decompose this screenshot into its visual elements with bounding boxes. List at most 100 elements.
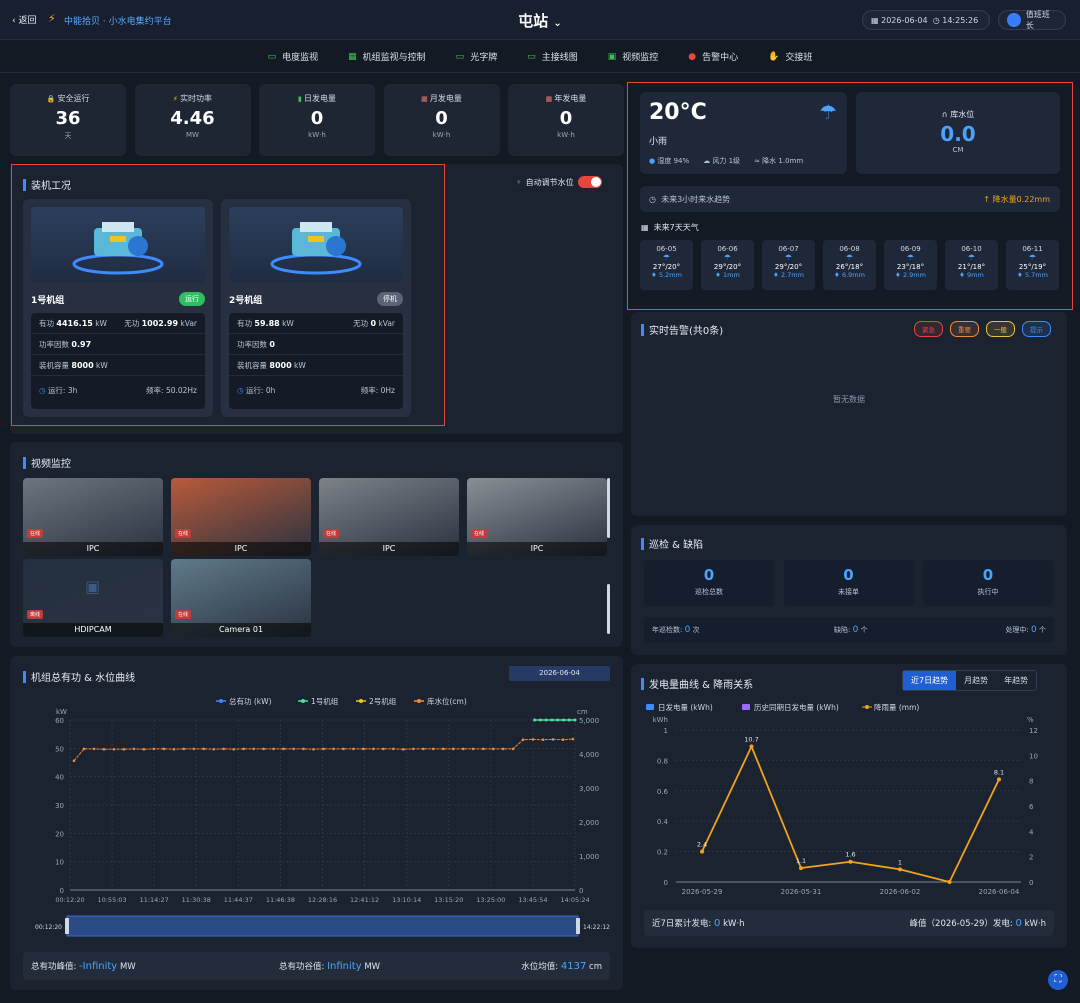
data-label: 1.1 [796, 857, 806, 865]
stat-unit: kW·h [432, 131, 451, 139]
tab-0[interactable]: 近7日趋势 [903, 671, 957, 690]
weather-day: 06-05 ☂ 27°/20° ♦ 5.2mm [640, 240, 693, 290]
nav-item-0[interactable]: ▭ 电度监视 [268, 50, 319, 64]
legend-label: 库水位(cm) [427, 696, 467, 706]
unit-card-1[interactable]: 2号机组 停机 有功 59.88 kW 无功 0 kVar 功率因数 0 装机容量 800… [221, 199, 411, 417]
power-chart-summary: 总有功峰值: -Infinity MW 总有功谷值: Infinity MW 水… [23, 952, 610, 980]
legend-label: 1号机组 [311, 696, 339, 706]
weather-day: 06-09 ☂ 23°/18° ♦ 2.9mm [884, 240, 937, 290]
level-point [212, 747, 216, 751]
stat-unit: MW [186, 131, 199, 139]
nav-item-3[interactable]: ▭ 主接线图 [527, 50, 578, 64]
frequency: 频率: 50.02Hz [146, 385, 197, 395]
camera-tile[interactable]: 在线 IPC [319, 478, 459, 556]
unit-card-0[interactable]: 1号机组 运行 有功 4416.15 kW 无功 1002.99 kVar 功率因数 0… [23, 199, 213, 417]
alarms-panel [631, 312, 1067, 516]
level-point [172, 747, 176, 751]
video-scrollbar-bottom[interactable] [607, 584, 610, 634]
x-tick: 00:12:20 [55, 896, 84, 904]
inspection-card-2[interactable]: 0 执行中 [923, 560, 1053, 606]
level-point [382, 747, 385, 751]
capacity: 装机容量 8000 kW [237, 360, 306, 370]
rain-icon: ≈ [754, 157, 760, 165]
level-point [491, 747, 495, 751]
y-tick-right: 4,000 [579, 751, 599, 759]
alert-icon: ● [688, 51, 697, 62]
auto-adjust-toggle[interactable]: ⚡ 自动调节水位 [516, 176, 602, 188]
rainfall-point [799, 866, 803, 871]
y-tick-right: 6 [1029, 803, 1034, 811]
tab-2[interactable]: 年趋势 [996, 671, 1036, 690]
stat-value: 0 [310, 108, 324, 129]
camera-tile[interactable]: 在线 Camera 01 [171, 559, 311, 637]
camera-tile[interactable]: 在线 IPC [23, 478, 163, 556]
legend-item: 总有功 (kW) [216, 696, 272, 706]
level-point [232, 747, 235, 751]
alarm-filter-0[interactable]: 紧急 [914, 321, 943, 337]
alarm-filter-3[interactable]: 提示 [1022, 321, 1051, 337]
y-axis-label-left: kW [56, 708, 67, 716]
level-point [342, 747, 345, 751]
unit1-point [550, 718, 554, 722]
nav-item-5[interactable]: ● 告警中心 [688, 50, 738, 64]
power-factor: 功率因数 0 [237, 339, 275, 349]
date-picker[interactable]: 2026-06-04 [509, 666, 610, 681]
drop-icon: ● [649, 157, 656, 165]
y-tick-left: 0.6 [657, 788, 669, 796]
rainfall-point [947, 880, 952, 884]
camera-tile[interactable]: 在线 IPC [467, 478, 607, 556]
nav-item-6[interactable]: ✋ 交接班 [768, 50, 812, 64]
unit-metrics: 有功 4416.15 kW 无功 1002.99 kVar 功率因数 0.97 装机容… [31, 313, 205, 409]
total-gen-value: 0 [713, 918, 721, 929]
x-tick: 2026-05-31 [781, 888, 822, 896]
stat-unit: kW·h [308, 131, 326, 139]
inspection-card-1[interactable]: 0 未接单 [783, 560, 914, 606]
user-menu[interactable]: 值班班长 [998, 10, 1066, 30]
y-tick-right: 0 [1029, 879, 1033, 887]
stat-card-4: ▦ 年发电量 0 kW·h [508, 84, 624, 156]
rainfall-point [997, 777, 1001, 782]
datetime-display: ▦ 2026-06-04 ◷ 14:25:26 [862, 10, 990, 30]
x-tick: 10:55:03 [97, 896, 126, 904]
legend-item: 2号机组 [356, 696, 397, 706]
legend-label: 历史同期日发电量 (kWh) [754, 702, 839, 712]
zoom-slider[interactable] [66, 915, 579, 937]
camera-tile[interactable]: ▣ 离线 HDIPCAM [23, 559, 163, 637]
nav-item-2[interactable]: ▭ 光字牌 [456, 50, 498, 64]
turbine-image [31, 207, 205, 283]
level-point [332, 747, 335, 751]
tab-1[interactable]: 月趋势 [956, 671, 996, 690]
status-badge: 运行 [179, 292, 205, 306]
toggle-switch [577, 176, 602, 188]
water-level-card: ∩ 库水位 0.0 CM [856, 92, 1060, 174]
camera-tile[interactable]: 在线 IPC [171, 478, 311, 556]
level-point [152, 747, 156, 751]
video-title: 视频监控 [23, 455, 71, 470]
level-point [322, 747, 325, 751]
fullscreen-icon[interactable]: ⛶ [1048, 970, 1068, 990]
y-axis-label-left: kWh [653, 716, 668, 724]
peak-value: -Infinity [79, 961, 118, 972]
inspection-card-0[interactable]: 0 巡检总数 [644, 560, 774, 606]
nav-item-1[interactable]: ▦ 机组监视与控制 [348, 50, 426, 64]
camera-name: Camera 01 [171, 623, 311, 637]
rainfall-point [749, 744, 754, 749]
stat-card-2: ▮ 日发电量 0 kW·h [259, 84, 375, 156]
active-power: 有功 59.88 kW [237, 318, 294, 328]
alarm-filter-1[interactable]: 重要 [950, 321, 979, 337]
x-tick: 13:45:54 [518, 896, 547, 904]
run-time: ◷ 运行: 0h [237, 385, 276, 395]
alarm-filter-2[interactable]: 一般 [986, 321, 1015, 337]
x-tick: 11:44:37 [224, 896, 253, 904]
stat-unit: 天 [64, 132, 72, 140]
bolt-icon: ⚡ [172, 95, 181, 103]
camera-status: 在线 [175, 610, 192, 619]
rain-trend-bar: ◷ 未来3小时来水趋势 ↑ 降水量0.22mm [640, 186, 1060, 212]
clock-icon: ◷ [237, 385, 246, 395]
monitor-icon: ▭ [527, 51, 536, 62]
level-point [162, 747, 166, 751]
y-tick-left: 40 [55, 774, 64, 782]
nav-item-4[interactable]: ▣ 视频监控 [608, 50, 659, 64]
y-tick-right: 10 [1029, 752, 1038, 760]
video-scrollbar-top[interactable] [607, 478, 610, 538]
